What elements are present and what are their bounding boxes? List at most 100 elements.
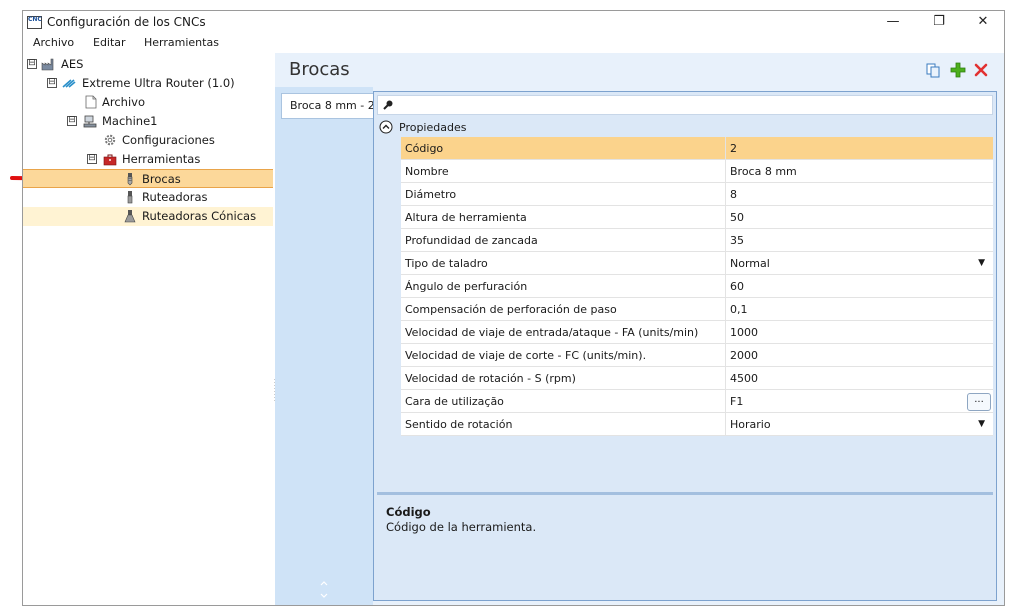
property-row-cara-utilizacao[interactable]: Cara de utilização F1 ... <box>377 390 993 413</box>
menu-editar[interactable]: Editar <box>93 36 126 49</box>
property-search-bar[interactable] <box>377 95 993 115</box>
property-value[interactable]: Broca 8 mm <box>730 165 797 178</box>
column-divider <box>725 321 726 344</box>
plus-icon <box>950 62 966 78</box>
conical-bit-icon <box>124 210 136 223</box>
tree-item-label: Ruteadoras Cónicas <box>142 209 257 223</box>
dropdown-arrow-icon[interactable]: ▼ <box>978 419 985 429</box>
property-name: Diámetro <box>405 188 457 201</box>
router-logo-icon <box>62 79 76 88</box>
property-row-velocidad-corte[interactable]: Velocidad de viaje de corte - FC (units/… <box>377 344 993 367</box>
tab-broca-8mm-2[interactable]: Broca 8 mm - 2 <box>281 93 375 119</box>
tree-item-ruteadoras[interactable]: Ruteadoras <box>23 188 273 207</box>
menu-bar: Archivo Editar Herramientas <box>23 33 1004 53</box>
copy-icon <box>926 63 940 78</box>
property-value[interactable]: 0,1 <box>730 303 748 316</box>
property-value[interactable]: 60 <box>730 280 744 293</box>
property-row-sentido-rotacion[interactable]: Sentido de rotación Horario ▼ <box>377 413 993 436</box>
group-header-propiedades[interactable]: Propiedades <box>377 117 993 137</box>
main-window: CNC Configuración de los CNCs — ❐ ✕ Arch… <box>22 10 1005 606</box>
wrench-icon <box>383 100 393 110</box>
property-row-diametro[interactable]: Diámetro 8 <box>377 183 993 206</box>
property-name: Altura de herramienta <box>405 211 527 224</box>
property-value-select[interactable]: Normal <box>730 257 770 270</box>
collapse-icon[interactable]: ⊟ <box>27 59 37 69</box>
delete-button[interactable] <box>973 62 989 78</box>
row-margin <box>377 367 401 390</box>
drill-bit-icon <box>127 173 133 186</box>
dropdown-arrow-icon[interactable]: ▼ <box>978 258 985 268</box>
copy-button[interactable] <box>925 62 941 78</box>
column-divider <box>725 137 726 160</box>
row-margin <box>377 298 401 321</box>
tree-item-label: Configuraciones <box>122 133 215 147</box>
tree-item-label: Brocas <box>142 172 181 186</box>
description-panel: Código Código de la herramienta. <box>377 492 993 599</box>
property-name: Tipo de taladro <box>405 257 488 270</box>
minimize-button[interactable]: — <box>870 11 916 33</box>
maximize-button[interactable]: ❐ <box>916 11 962 33</box>
file-icon <box>85 95 97 109</box>
property-row-angulo[interactable]: Ángulo de perfuración 60 <box>377 275 993 298</box>
tree-item-machine1[interactable]: ⊟ Machine1 <box>23 112 273 131</box>
property-value[interactable]: 1000 <box>730 326 758 339</box>
add-button[interactable] <box>950 62 966 78</box>
delete-x-icon <box>974 63 988 77</box>
property-row-tipo-taladro[interactable]: Tipo de taladro Normal ▼ <box>377 252 993 275</box>
toolbox-icon <box>103 154 117 166</box>
row-margin <box>377 137 401 160</box>
property-name: Velocidad de rotación - S (rpm) <box>405 372 576 385</box>
row-margin <box>377 252 401 275</box>
property-row-nombre[interactable]: Nombre Broca 8 mm <box>377 160 993 183</box>
column-divider <box>725 206 726 229</box>
property-value[interactable]: 50 <box>730 211 744 224</box>
tree-item-configuraciones[interactable]: Configuraciones <box>23 131 273 150</box>
property-value[interactable]: 2000 <box>730 349 758 362</box>
row-margin <box>377 160 401 183</box>
property-name: Profundidad de zancada <box>405 234 538 247</box>
property-row-codigo[interactable]: Código 2 <box>377 137 993 160</box>
tree-item-herramientas[interactable]: ⊟ Herramientas <box>23 150 273 169</box>
group-label: Propiedades <box>399 121 467 134</box>
property-value[interactable]: F1 <box>730 395 743 408</box>
property-name: Compensación de perforación de paso <box>405 303 617 316</box>
tree-item-extreme-ultra-router[interactable]: ⊟ Extreme Ultra Router (1.0) <box>23 74 273 93</box>
property-row-profundidad[interactable]: Profundidad de zancada 35 <box>377 229 993 252</box>
property-row-velocidad-rotacion[interactable]: Velocidad de rotación - S (rpm) 4500 <box>377 367 993 390</box>
property-value-select[interactable]: Horario <box>730 418 771 431</box>
scroll-arrows-icon[interactable] <box>319 579 329 601</box>
row-margin <box>377 390 401 413</box>
property-value[interactable]: 2 <box>730 142 737 155</box>
window-title: Configuración de los CNCs <box>47 15 206 29</box>
close-button[interactable]: ✕ <box>960 11 1006 33</box>
machine-icon <box>83 115 97 128</box>
tree-item-label: Ruteadoras <box>142 190 208 204</box>
tree-item-aes[interactable]: ⊟ AES <box>23 55 273 74</box>
collapse-icon[interactable]: ⊟ <box>87 154 97 164</box>
menu-herramientas[interactable]: Herramientas <box>144 36 219 49</box>
tree-item-brocas[interactable]: Brocas <box>23 169 273 188</box>
collapse-icon[interactable]: ⊟ <box>47 78 57 88</box>
column-divider <box>725 413 726 436</box>
property-row-altura[interactable]: Altura de herramienta 50 <box>377 206 993 229</box>
row-margin <box>377 344 401 367</box>
property-value[interactable]: 4500 <box>730 372 758 385</box>
column-divider <box>725 275 726 298</box>
collapse-icon[interactable]: ⊟ <box>67 116 77 126</box>
column-divider <box>725 367 726 390</box>
row-margin <box>377 413 401 436</box>
menu-archivo[interactable]: Archivo <box>33 36 74 49</box>
property-value[interactable]: 8 <box>730 188 737 201</box>
tree-item-ruteadoras-conicas[interactable]: Ruteadoras Cónicas <box>23 207 273 226</box>
property-value[interactable]: 35 <box>730 234 744 247</box>
collapse-circle-icon[interactable] <box>379 120 393 134</box>
tool-tab-strip: Broca 8 mm - 2 <box>275 87 375 605</box>
ellipsis-button[interactable]: ... <box>967 393 991 411</box>
property-row-compensacion[interactable]: Compensación de perforación de paso 0,1 <box>377 298 993 321</box>
property-row-velocidad-entrada[interactable]: Velocidad de viaje de entrada/ataque - F… <box>377 321 993 344</box>
tree-item-archivo[interactable]: Archivo <box>23 93 273 112</box>
description-title: Código <box>386 505 431 519</box>
property-name: Cara de utilização <box>405 395 504 408</box>
section-title: Brocas <box>289 59 350 80</box>
tree-item-label: Machine1 <box>102 114 158 128</box>
